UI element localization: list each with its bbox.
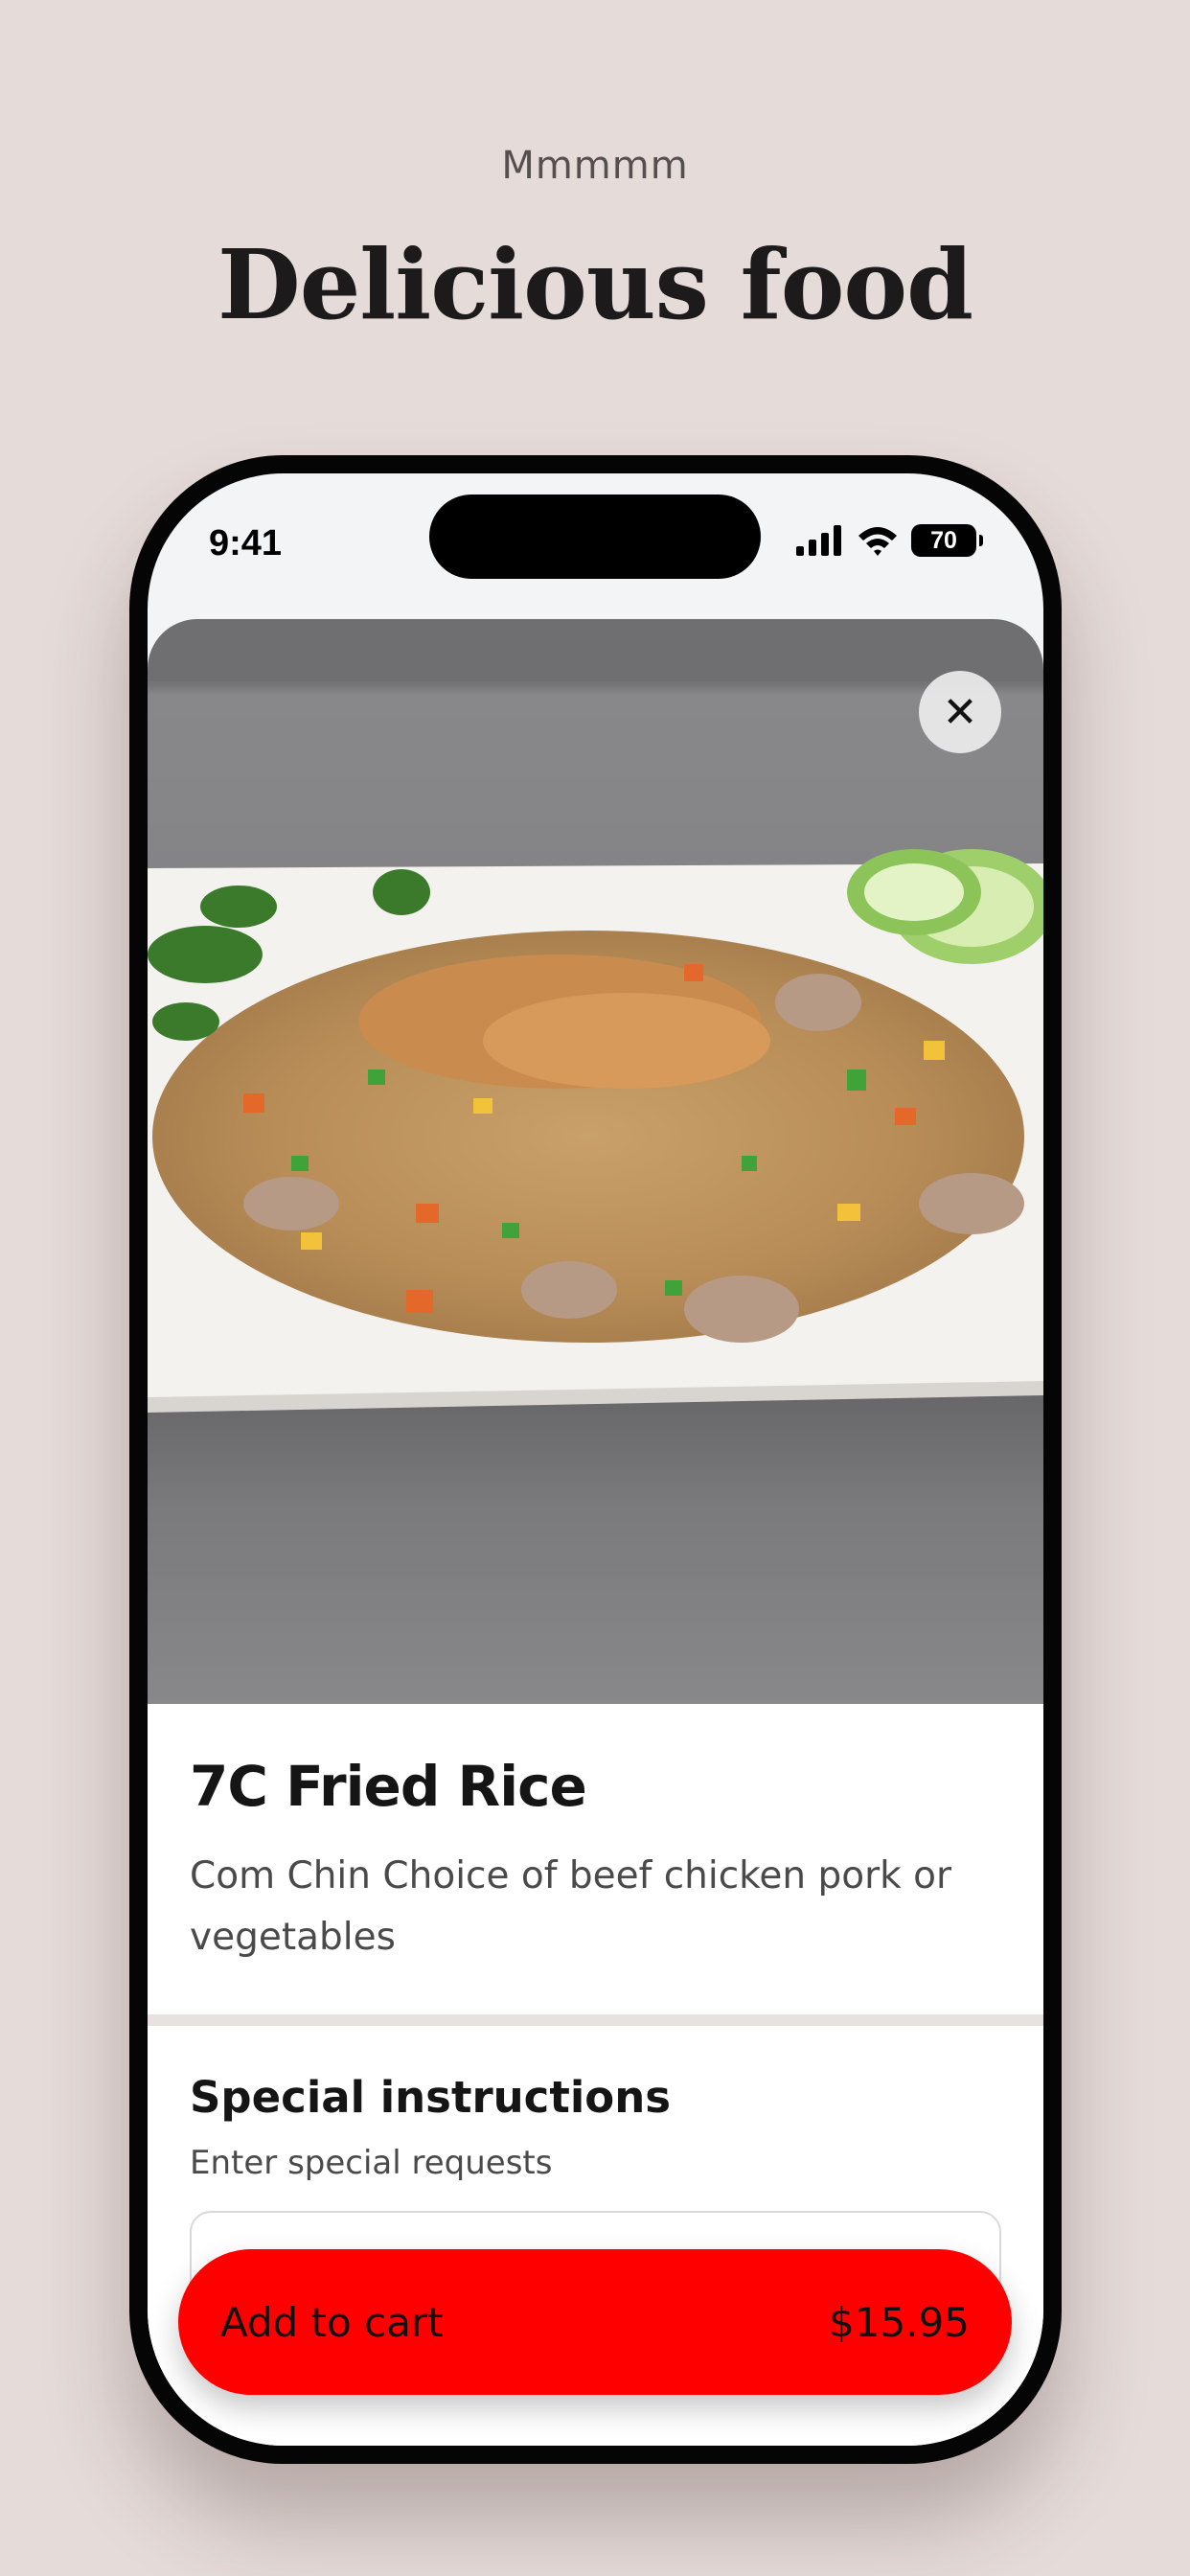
add-to-cart-label: Add to cart bbox=[220, 2298, 444, 2346]
item-title: 7C Fried Rice bbox=[190, 1754, 587, 1819]
special-instructions-title: Special instructions bbox=[190, 2072, 672, 2123]
special-instructions-subtitle: Enter special requests bbox=[190, 2144, 553, 2182]
phone-frame: 9:41 70 ✕ 7C Fried Rice Com Chin Choice … bbox=[129, 455, 1062, 2464]
dynamic-island bbox=[429, 494, 761, 579]
fried-rice-illustration bbox=[148, 681, 1043, 1704]
close-icon: ✕ bbox=[942, 687, 978, 737]
phone-screen: 9:41 70 ✕ 7C Fried Rice Com Chin Choice … bbox=[148, 473, 1043, 2446]
close-button[interactable]: ✕ bbox=[919, 671, 1001, 753]
item-description: Com Chin Choice of beef chicken pork or … bbox=[190, 1854, 951, 1959]
item-detail-sheet: ✕ 7C Fried Rice Com Chin Choice of beef … bbox=[148, 619, 1043, 2446]
page-headline: Delicious food bbox=[217, 228, 973, 341]
section-divider bbox=[148, 2014, 1043, 2026]
status-time: 9:41 bbox=[209, 523, 283, 564]
page-eyebrow: Mmmmm bbox=[501, 144, 689, 188]
food-photo: ✕ bbox=[148, 619, 1043, 1704]
status-indicators: 70 bbox=[796, 523, 983, 558]
wifi-icon bbox=[858, 527, 897, 556]
cart-price: $15.95 bbox=[829, 2298, 970, 2346]
cellular-signal-icon bbox=[796, 525, 841, 556]
battery-indicator: 70 bbox=[911, 524, 983, 557]
add-to-cart-button[interactable]: Add to cart $15.95 bbox=[178, 2249, 1012, 2395]
item-info: 7C Fried Rice Com Chin Choice of beef ch… bbox=[148, 1704, 1043, 1968]
